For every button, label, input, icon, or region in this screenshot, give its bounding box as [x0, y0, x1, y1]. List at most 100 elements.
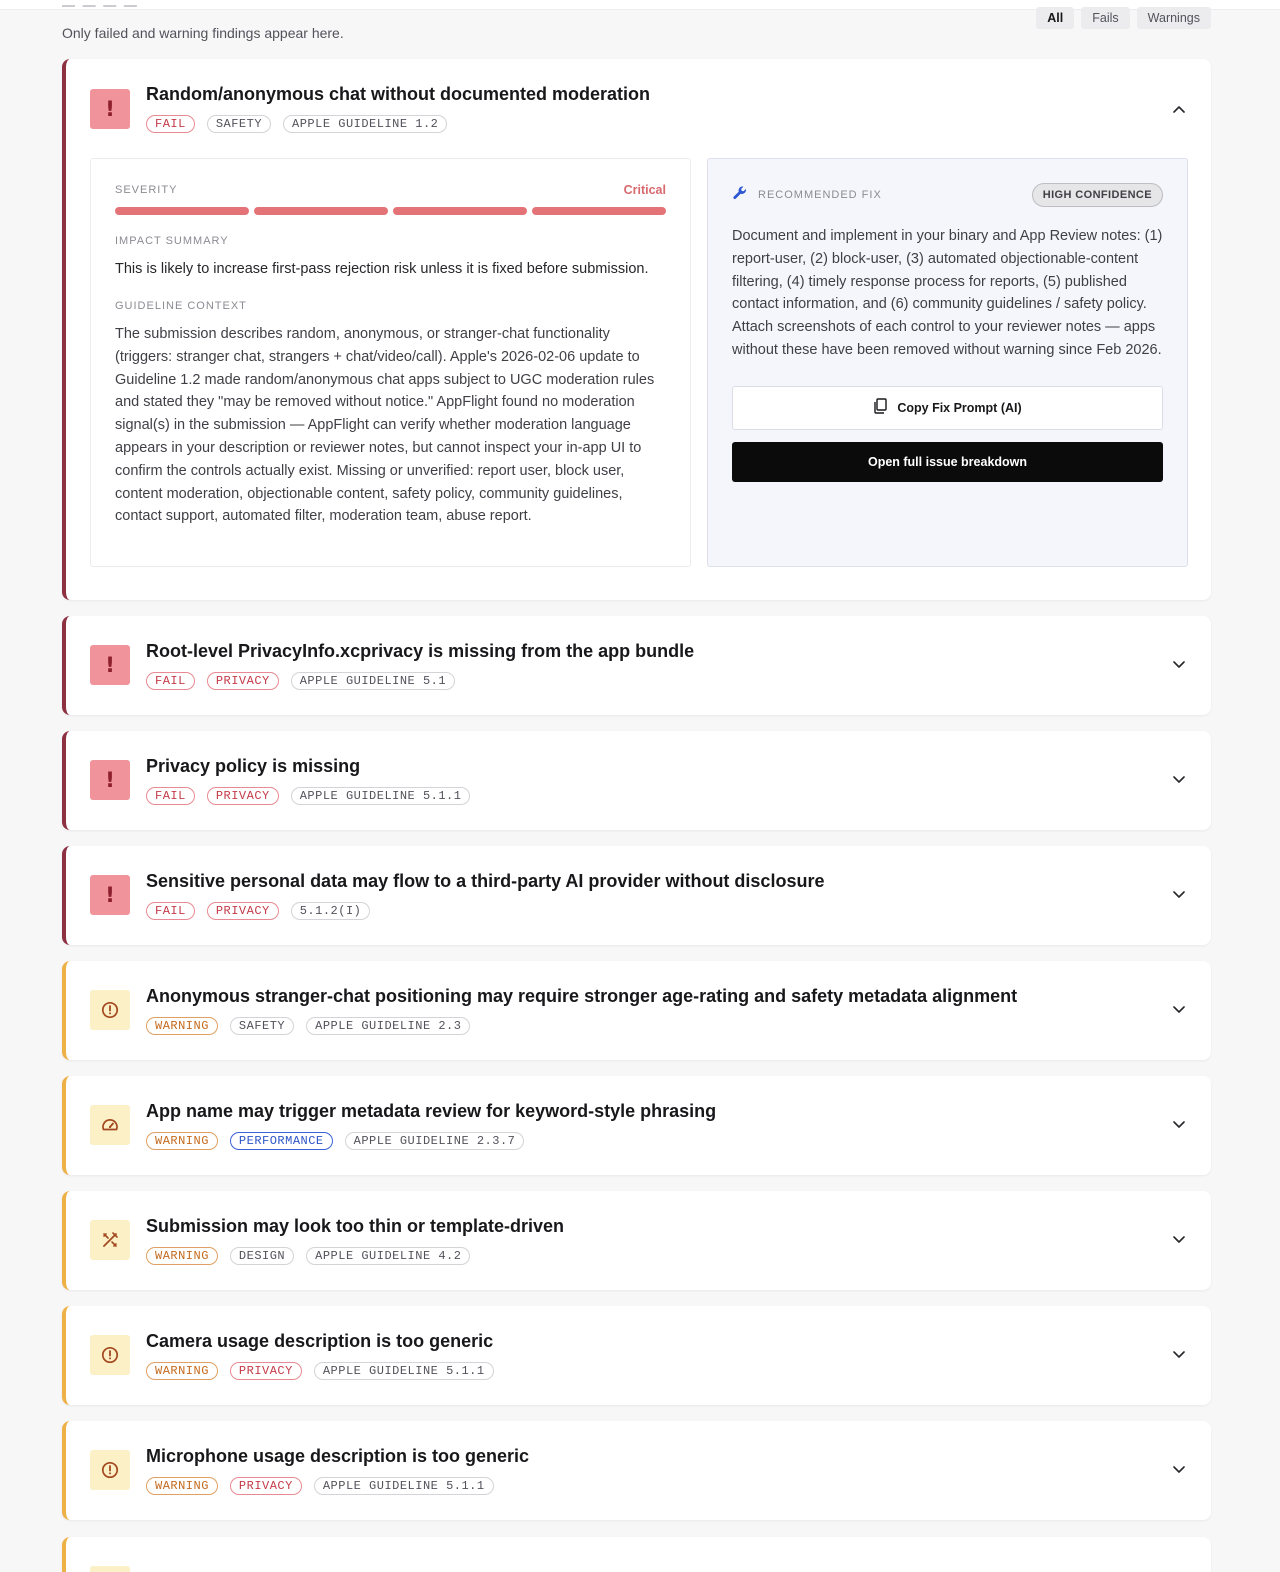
- guideline-tag: APPLE GUIDELINE 4.2: [306, 1247, 471, 1265]
- severity-label: SEVERITY: [115, 184, 178, 196]
- finding-card[interactable]: ! Root-level PrivacyInfo.xcprivacy is mi…: [62, 616, 1211, 715]
- alert-circle-icon: [90, 1335, 130, 1375]
- finding-card[interactable]: Microphone usage description is too gene…: [62, 1421, 1211, 1520]
- status-tag: FAIL: [146, 787, 195, 805]
- guideline-tag: APPLE GUIDELINE 5.1.1: [313, 1477, 494, 1495]
- finding-tags: WARNING PERFORMANCE APPLE GUIDELINE 2.3.…: [146, 1132, 525, 1150]
- exclamation-icon: !: [90, 875, 130, 915]
- finding-card[interactable]: Submission may look too thin or template…: [62, 1191, 1211, 1290]
- filter-fails[interactable]: Fails: [1081, 7, 1130, 29]
- category-tag: SAFETY: [206, 115, 272, 133]
- guideline-context: The submission describes random, anonymo…: [115, 326, 655, 525]
- finding-tags: WARNING PRIVACY APPLE GUIDELINE 5.1.1: [146, 1362, 494, 1380]
- findings-subtitle: Only failed and warning findings appear …: [62, 25, 344, 41]
- category-tag: DESIGN: [229, 1247, 295, 1265]
- finding-title: Microphone usage description is too gene…: [146, 1446, 530, 1466]
- severity-meter: [115, 207, 666, 215]
- alert-circle-icon: [90, 990, 130, 1030]
- filter-group: All Fails Warnings: [1036, 7, 1211, 29]
- chevron-down-icon[interactable]: [1169, 1230, 1189, 1250]
- finding-title: Sensitive personal data may flow to a th…: [146, 871, 825, 891]
- guideline-tag: APPLE GUIDELINE 2.3: [306, 1017, 471, 1035]
- recommended-fix-label: RECOMMENDED FIX: [758, 189, 882, 201]
- chevron-down-icon[interactable]: [1169, 1000, 1189, 1020]
- copy-fix-prompt-button[interactable]: Copy Fix Prompt (AI): [732, 385, 1163, 430]
- guideline-tag: APPLE GUIDELINE 5.1: [290, 672, 456, 690]
- finding-title: Anonymous stranger-chat positioning may …: [146, 986, 1018, 1006]
- alert-circle-icon: [90, 1450, 130, 1490]
- finding-title: App name may trigger metadata review for…: [146, 1101, 717, 1121]
- confidence-badge: HIGH CONFIDENCE: [1031, 183, 1163, 207]
- status-tag: FAIL: [146, 672, 195, 690]
- filter-all[interactable]: All: [1036, 7, 1075, 29]
- status-tag: WARNING: [146, 1362, 218, 1380]
- context-label: GUIDELINE CONTEXT: [115, 300, 247, 312]
- wrench-icon: [732, 185, 748, 206]
- recommended-fix-panel: RECOMMENDED FIX HIGH CONFIDENCE Document…: [707, 158, 1188, 567]
- guideline-tag: 5.1.2(I): [290, 902, 371, 920]
- chevron-down-icon[interactable]: [1169, 770, 1189, 790]
- finding-card-expanded[interactable]: ! Random/anonymous chat without document…: [62, 59, 1211, 600]
- finding-card[interactable]: Camera usage description is too generic …: [62, 1306, 1211, 1405]
- finding-tags: FAIL PRIVACY APPLE GUIDELINE 5.1.1: [146, 787, 471, 805]
- finding-tags: WARNING DESIGN APPLE GUIDELINE 4.2: [146, 1247, 471, 1265]
- impact-summary: This is likely to increase first-pass re…: [115, 261, 649, 277]
- status-tag: WARNING: [146, 1017, 218, 1035]
- chevron-down-icon[interactable]: [1169, 1460, 1189, 1480]
- status-tag: FAIL: [146, 902, 195, 920]
- category-tag: PRIVACY: [206, 787, 279, 805]
- guideline-tag: APPLE GUIDELINE 2.3.7: [344, 1132, 525, 1150]
- impact-label: IMPACT SUMMARY: [115, 235, 229, 247]
- severity-segment: [115, 207, 249, 215]
- category-tag: PRIVACY: [206, 902, 279, 920]
- exclamation-icon: !: [90, 89, 130, 129]
- section-heading-faded: ▬ ▬ ▬ ▬: [62, 1, 142, 7]
- chevron-down-icon[interactable]: [1169, 1345, 1189, 1365]
- finding-tags: FAIL PRIVACY APPLE GUIDELINE 5.1: [146, 672, 456, 690]
- chevron-up-icon[interactable]: [1169, 99, 1189, 119]
- status-tag: FAIL: [146, 115, 195, 133]
- finding-card-partial[interactable]: [62, 1537, 1211, 1572]
- open-issue-breakdown-button[interactable]: Open full issue breakdown: [732, 441, 1163, 482]
- category-tag: PRIVACY: [229, 1477, 302, 1495]
- chevron-down-icon[interactable]: [1169, 885, 1189, 905]
- finding-card[interactable]: Anonymous stranger-chat positioning may …: [62, 961, 1211, 1060]
- status-tag: WARNING: [146, 1132, 218, 1150]
- severity-segment: [393, 207, 527, 215]
- alert-circle-icon: [90, 1566, 130, 1572]
- finding-title: Root-level PrivacyInfo.xcprivacy is miss…: [146, 641, 695, 661]
- finding-card[interactable]: ! Privacy policy is missing FAIL PRIVACY…: [62, 731, 1211, 830]
- status-tag: WARNING: [146, 1477, 218, 1495]
- filter-warnings[interactable]: Warnings: [1136, 7, 1211, 29]
- design-tools-icon: [90, 1220, 130, 1260]
- finding-tags: FAIL PRIVACY 5.1.2(I): [146, 902, 371, 920]
- finding-tags: WARNING SAFETY APPLE GUIDELINE 2.3: [146, 1017, 471, 1035]
- finding-title: Privacy policy is missing: [146, 756, 361, 776]
- copy-icon: [873, 398, 888, 417]
- status-tag: WARNING: [146, 1247, 218, 1265]
- finding-title: Submission may look too thin or template…: [146, 1216, 565, 1236]
- exclamation-icon: !: [90, 760, 130, 800]
- exclamation-icon: !: [90, 645, 130, 685]
- finding-title: Random/anonymous chat without documented…: [146, 84, 651, 104]
- fix-description: Document and implement in your binary an…: [732, 228, 1163, 358]
- category-tag: PRIVACY: [229, 1362, 302, 1380]
- severity-segment: [532, 207, 666, 215]
- guideline-tag: APPLE GUIDELINE 1.2: [283, 115, 448, 133]
- chevron-down-icon[interactable]: [1169, 1115, 1189, 1135]
- severity-value: Critical: [623, 183, 666, 197]
- finding-card[interactable]: ! Sensitive personal data may flow to a …: [62, 846, 1211, 945]
- finding-tags: FAIL SAFETY APPLE GUIDELINE 1.2: [146, 115, 448, 133]
- finding-card[interactable]: App name may trigger metadata review for…: [62, 1076, 1211, 1175]
- chevron-down-icon[interactable]: [1169, 655, 1189, 675]
- guideline-tag: APPLE GUIDELINE 5.1.1: [313, 1362, 494, 1380]
- finding-title: Camera usage description is too generic: [146, 1331, 494, 1351]
- finding-details-panel: SEVERITY Critical IMPACT SUMMARY This is…: [90, 158, 691, 567]
- severity-segment: [254, 207, 388, 215]
- category-tag: PERFORMANCE: [229, 1132, 333, 1150]
- finding-tags: WARNING PRIVACY APPLE GUIDELINE 5.1.1: [146, 1477, 494, 1495]
- gauge-icon: [90, 1105, 130, 1145]
- category-tag: SAFETY: [229, 1017, 295, 1035]
- category-tag: PRIVACY: [206, 672, 279, 690]
- copy-fix-prompt-label: Copy Fix Prompt (AI): [897, 400, 1022, 415]
